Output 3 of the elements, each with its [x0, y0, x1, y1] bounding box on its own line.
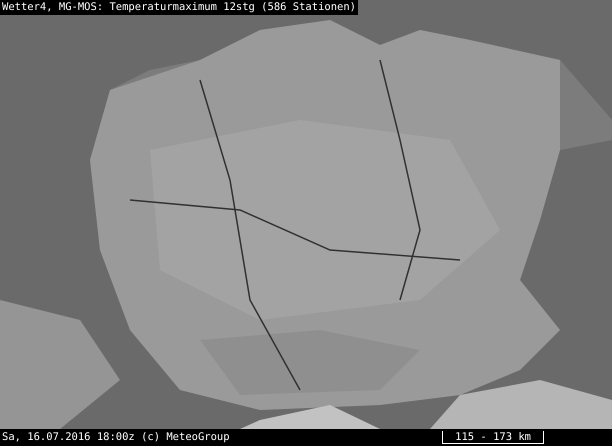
timestamp: Sa, 16.07.2016 18:00z (c) MeteoGroup — [2, 430, 230, 445]
scale-bar: 115 - 173 km — [442, 431, 544, 444]
map-title: Wetter4, MG-MOS: Temperaturmaximum 12stg (586 Stationen) — [0, 0, 358, 15]
